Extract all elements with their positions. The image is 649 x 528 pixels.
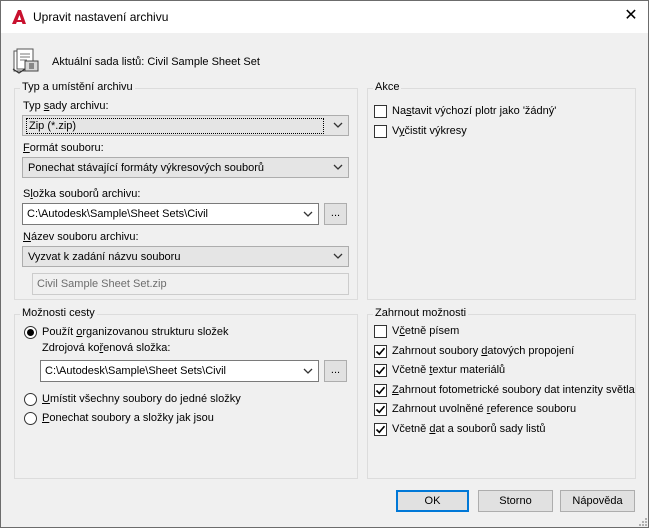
help-button[interactable]: Nápověda [560,490,635,512]
archive-type-label: Typ sady archivu: [23,100,109,112]
archive-folder-label: Složka souborů archivu: [23,188,141,200]
include-option-label[interactable]: Včetně textur materiálů [392,364,505,376]
group-title: Možnosti cesty [20,307,97,319]
archive-folder-value: C:\Autodesk\Sample\Sheet Sets\Civil [27,208,208,220]
include-option-checkbox[interactable] [374,383,387,397]
sheet-set-archive-icon [12,48,39,74]
group-title: Akce [373,81,402,93]
autocad-logo-icon [11,9,27,25]
action-option-checkbox[interactable] [374,125,387,138]
file-format-select[interactable]: Ponechat stávající formáty výkresových s… [22,157,349,178]
archive-filename-mode-value: Vyzvat k zadání názvu souboru [28,251,181,263]
action-option-checkbox[interactable] [374,105,387,118]
archive-filename-select[interactable]: Vyzvat k zadání názvu souboru [22,246,349,267]
source-root-folder-label: Zdrojová kořenová složka: [42,342,171,354]
window-title: Upravit nastavení archivu [33,10,169,24]
file-format-label: Formát souboru: [23,142,104,154]
keep-as-is-radio[interactable] [24,412,37,425]
archive-folder-browse-button[interactable]: ... [324,203,347,225]
checkmark-icon [375,405,386,414]
checkmark-icon [375,386,386,394]
include-option-checkbox[interactable] [374,403,387,416]
archive-type-select[interactable]: Zip (*.zip) [22,115,349,136]
group-title: Zahrnout možnosti [373,307,469,319]
actions-group: Akce [367,81,636,300]
checkmark-icon [375,347,386,355]
resize-grip-icon[interactable] [638,517,648,527]
action-option-label[interactable]: Nastavit výchozí plotr jako 'žádný' [392,105,556,117]
close-button[interactable]: ✕ [615,3,647,29]
ok-button[interactable]: OK [396,490,469,512]
source-root-folder-input[interactable]: C:\Autodesk\Sample\Sheet Sets\Civil [40,360,319,382]
source-root-folder-value: C:\Autodesk\Sample\Sheet Sets\Civil [45,365,226,377]
include-options-group: Zahrnout možnosti [367,307,636,479]
use-organized-structure-label[interactable]: Použít organizovanou strukturu složek [42,326,229,338]
chevron-down-icon [333,164,343,170]
archive-filename-field: Civil Sample Sheet Set.zip [32,273,349,295]
include-option-label[interactable]: Včetně dat a souborů sady listů [392,423,546,435]
source-root-folder-browse-button[interactable]: ... [324,360,347,382]
include-option-checkbox[interactable] [374,325,387,338]
include-option-label[interactable]: Zahrnout uvolněné reference souboru [392,403,576,415]
keep-as-is-label[interactable]: Ponechat soubory a složky jak jsou [42,412,214,424]
edit-archive-settings-dialog: Upravit nastavení archivu ✕ Aktuální sad… [0,0,649,528]
group-title: Typ a umístění archivu [20,81,135,93]
archive-type-value: Zip (*.zip) [26,118,324,134]
checkmark-icon [375,425,386,433]
archive-filename-label: Název souboru archivu: [23,231,139,243]
title-bar[interactable]: Upravit nastavení archivu ✕ [1,1,648,33]
cancel-button[interactable]: Storno [478,490,553,512]
file-format-value: Ponechat stávající formáty výkresových s… [28,162,264,174]
archive-folder-input[interactable]: C:\Autodesk\Sample\Sheet Sets\Civil [22,203,319,225]
single-folder-radio[interactable] [24,393,37,406]
chevron-down-icon[interactable] [303,367,313,375]
use-organized-structure-radio[interactable] [24,326,37,339]
include-option-checkbox[interactable] [374,344,387,358]
chevron-down-icon[interactable] [303,210,313,218]
current-sheet-set-label: Aktuální sada listů: Civil Sample Sheet … [52,56,260,68]
action-option-label[interactable]: Vyčistit výkresy [392,125,467,137]
include-option-checkbox[interactable] [374,422,387,436]
single-folder-label[interactable]: Umístit všechny soubory do jedné složky [42,393,241,405]
chevron-down-icon [333,122,343,128]
checkmark-icon [375,366,386,375]
chevron-down-icon [333,253,343,259]
include-option-label[interactable]: Zahrnout fotometrické soubory dat intenz… [392,384,635,396]
include-option-label[interactable]: Včetně písem [392,325,459,337]
include-option-label[interactable]: Zahrnout soubory datových propojení [392,345,574,357]
close-icon: ✕ [624,7,638,24]
include-option-checkbox[interactable] [374,364,387,377]
archive-filename-value: Civil Sample Sheet Set.zip [37,278,167,290]
